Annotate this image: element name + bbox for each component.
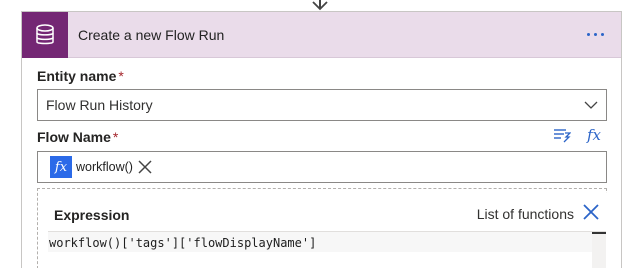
database-icon bbox=[22, 12, 68, 58]
scrollbar-thumb[interactable] bbox=[592, 232, 606, 234]
entity-name-label: Entity name * bbox=[37, 68, 124, 84]
flow-name-input[interactable]: fx workflow() bbox=[37, 151, 607, 183]
entity-name-dropdown[interactable]: Flow Run History bbox=[37, 89, 607, 121]
dynamic-content-icon[interactable] bbox=[553, 127, 571, 143]
flow-name-label-text: Flow Name bbox=[37, 129, 111, 145]
expression-editor[interactable]: workflow()['tags']['flowDisplayName'] bbox=[48, 231, 606, 268]
flow-name-label: Flow Name * bbox=[37, 129, 118, 145]
entity-name-label-text: Entity name bbox=[37, 68, 117, 84]
expression-panel-body: Expression List of functions workflow()[… bbox=[38, 193, 608, 268]
expression-panel: Expression List of functions workflow()[… bbox=[37, 188, 608, 268]
token-label: workflow() bbox=[76, 160, 133, 174]
expression-token[interactable]: fx workflow() bbox=[50, 156, 153, 178]
required-marker: * bbox=[118, 68, 124, 84]
card-title: Create a new Flow Run bbox=[78, 27, 225, 43]
entity-name-value: Flow Run History bbox=[46, 97, 153, 113]
field-actions: fx bbox=[553, 126, 601, 144]
expression-fx-icon[interactable]: fx bbox=[587, 126, 601, 144]
editor-scrollbar[interactable] bbox=[592, 232, 606, 268]
fx-icon: fx bbox=[50, 156, 72, 178]
close-icon[interactable] bbox=[582, 203, 600, 226]
more-options-icon[interactable] bbox=[587, 28, 609, 40]
remove-token-icon[interactable] bbox=[137, 159, 153, 175]
list-of-functions-link[interactable]: List of functions bbox=[477, 206, 574, 222]
expression-code: workflow()['tags']['flowDisplayName'] bbox=[49, 236, 317, 250]
expression-title: Expression bbox=[54, 207, 130, 223]
card-header[interactable]: Create a new Flow Run bbox=[22, 12, 621, 58]
flow-action-card: Create a new Flow Run Entity name * Flow … bbox=[21, 11, 622, 268]
required-marker: * bbox=[112, 129, 119, 145]
chevron-down-icon bbox=[584, 101, 598, 109]
flow-connector-arrow-icon bbox=[312, 1, 328, 11]
